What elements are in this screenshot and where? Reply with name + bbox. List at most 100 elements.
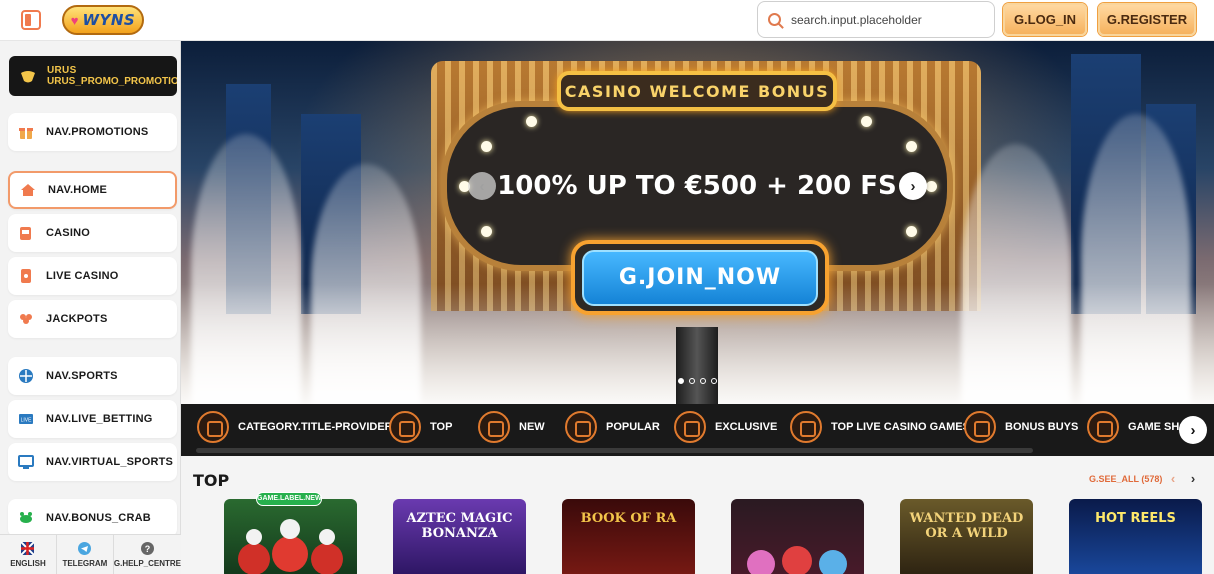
svg-text:?: ?	[145, 544, 151, 554]
game-art	[238, 519, 343, 574]
sign-pole	[676, 327, 718, 404]
category-new[interactable]: NEW	[478, 410, 545, 444]
promo-card[interactable]: URUS URUS_PROMO_PROMOTION_TI	[9, 56, 177, 96]
carousel-dot[interactable]	[700, 378, 706, 384]
sign-bulb	[481, 226, 492, 237]
game-tile[interactable]: AZTEC MAGIC BONANZA	[393, 499, 526, 574]
sidebar-item-casino[interactable]: CASINO	[8, 214, 177, 252]
gift-icon	[19, 128, 33, 139]
search-box[interactable]	[757, 1, 995, 38]
bonus-title-tab: CASINO WELCOME BONUS	[557, 71, 837, 111]
sidebar-toggle-icon[interactable]	[21, 10, 41, 30]
category-bar: CATEGORY.TITLE-PROVIDERS TOP NEW POPULAR…	[181, 404, 1214, 456]
category-label: BONUS BUYS	[1005, 421, 1079, 433]
telegram-link[interactable]: TELEGRAM	[57, 535, 114, 574]
sidebar-item-label: CASINO	[46, 227, 90, 239]
hero-banner[interactable]: CASINO WELCOME BONUS 100% UP TO €500 + 2…	[181, 41, 1214, 404]
bull-icon	[21, 71, 35, 83]
carousel-prev-button[interactable]: ‹	[468, 172, 496, 200]
game-tile[interactable]: WANTED DEAD OR A WILD	[900, 499, 1033, 574]
uk-flag-icon	[21, 541, 35, 555]
chevron-right-icon: ›	[910, 177, 916, 195]
sidebar-item-label: NAV.SPORTS	[46, 370, 118, 382]
carousel-next-button[interactable]: ›	[899, 172, 927, 200]
sidebar-item-label: LIVE CASINO	[46, 270, 119, 282]
sidebar-item-label: NAV.VIRTUAL_SPORTS	[46, 456, 174, 468]
sign-bulb	[481, 141, 492, 152]
sidebar-item-label: NAV.HOME	[48, 184, 108, 196]
sidebar-item-live-casino[interactable]: LIVE CASINO	[8, 257, 177, 295]
promo-subtitle: URUS_PROMO_PROMOTION_TI	[47, 76, 177, 87]
sidebar-item-promotions[interactable]: NAV.PROMOTIONS	[8, 113, 177, 151]
bonus-headline: 100% UP TO €500 + 200 FS	[497, 171, 897, 201]
language-label: ENGLISH	[10, 558, 46, 568]
games-section: TOP G.SEE_ALL (578) ‹ › GAME.LABEL.NEW A…	[181, 456, 1214, 574]
cards-icon	[21, 269, 31, 283]
gift-icon	[964, 411, 996, 443]
category-next-button[interactable]: ›	[1179, 416, 1207, 444]
top-bar: ♥ WYNS G.LOG_IN G.REGISTER	[0, 0, 1214, 41]
category-bonus-buys[interactable]: BONUS BUYS	[964, 410, 1078, 444]
register-button[interactable]: G.REGISTER	[1098, 3, 1196, 36]
game-tile[interactable]: HOT REELS	[1069, 499, 1202, 574]
game-title: HOT REELS	[1095, 511, 1176, 526]
search-icon	[768, 13, 781, 26]
games-prev-button[interactable]: ‹	[1166, 472, 1180, 486]
category-top[interactable]: TOP	[389, 410, 452, 444]
see-all-link[interactable]: G.SEE_ALL (578)	[1089, 474, 1162, 484]
chevron-left-icon: ‹	[479, 177, 485, 195]
search-input[interactable]	[791, 12, 981, 27]
sidebar-item-virtual-sports[interactable]: NAV.VIRTUAL_SPORTS	[8, 443, 177, 481]
category-top-live-casino[interactable]: TOP LIVE CASINO GAMES	[790, 410, 970, 444]
svg-text:LIVE: LIVE	[21, 418, 33, 424]
flame-icon	[565, 411, 597, 443]
help-centre-label: G.HELP_CENTRE	[113, 558, 181, 568]
microphone-icon	[1087, 411, 1119, 443]
crab-icon	[20, 512, 32, 523]
login-button[interactable]: G.LOG_IN	[1003, 3, 1087, 36]
game-tile[interactable]: BOOK OF RA	[562, 499, 695, 574]
sidebar: URUS URUS_PROMO_PROMOTION_TI NAV.PROMOTI…	[0, 41, 181, 574]
category-label: POPULAR	[606, 421, 660, 433]
logo[interactable]: ♥ WYNS	[62, 5, 144, 35]
game-tile[interactable]	[731, 499, 864, 574]
category-label: CATEGORY.TITLE-PROVIDERS	[238, 421, 400, 433]
category-label: TOP	[430, 421, 453, 433]
category-providers[interactable]: CATEGORY.TITLE-PROVIDERS	[197, 410, 400, 444]
help-centre-link[interactable]: ? G.HELP_CENTRE	[114, 535, 181, 574]
game-title: WANTED DEAD OR A WILD	[909, 511, 1024, 541]
logo-text: WYNS	[82, 11, 136, 29]
telegram-icon	[78, 541, 92, 555]
language-selector[interactable]: ENGLISH	[0, 535, 57, 574]
sign-bulb	[906, 226, 917, 237]
providers-icon	[197, 411, 229, 443]
game-tile[interactable]	[224, 499, 357, 574]
clover-icon	[20, 314, 32, 324]
games-next-button[interactable]: ›	[1186, 472, 1200, 486]
sidebar-item-jackpots[interactable]: JACKPOTS	[8, 300, 177, 338]
carousel-dots	[678, 378, 717, 384]
sign-bulb	[861, 116, 872, 127]
sidebar-item-label: NAV.PROMOTIONS	[46, 126, 149, 138]
carousel-dot[interactable]	[711, 378, 717, 384]
sidebar-item-label: JACKPOTS	[46, 313, 108, 325]
sidebar-item-home[interactable]: NAV.HOME	[8, 171, 177, 209]
game-title: AZTEC MAGIC BONANZA	[406, 511, 513, 541]
live-tv-icon: LIVE	[19, 414, 33, 424]
sidebar-item-bonus-crab[interactable]: NAV.BONUS_CRAB	[8, 499, 177, 537]
category-popular[interactable]: POPULAR	[565, 410, 660, 444]
category-label: NEW	[519, 421, 545, 433]
carousel-dot[interactable]	[678, 378, 684, 384]
carousel-dot[interactable]	[689, 378, 695, 384]
help-icon: ?	[140, 541, 154, 555]
category-label: TOP LIVE CASINO GAMES	[831, 421, 970, 433]
sidebar-item-label: NAV.LIVE_BETTING	[46, 413, 153, 425]
chevron-right-icon: ›	[1190, 421, 1196, 439]
ball-icon	[19, 369, 33, 383]
category-exclusive[interactable]: EXCLUSIVE	[674, 410, 777, 444]
sidebar-item-live-betting[interactable]: LIVE NAV.LIVE_BETTING	[8, 400, 177, 438]
telegram-label: TELEGRAM	[62, 558, 108, 568]
category-scrollbar[interactable]	[196, 448, 1033, 453]
sidebar-item-sports[interactable]: NAV.SPORTS	[8, 357, 177, 395]
join-now-button[interactable]: G.JOIN_NOW	[582, 249, 818, 306]
